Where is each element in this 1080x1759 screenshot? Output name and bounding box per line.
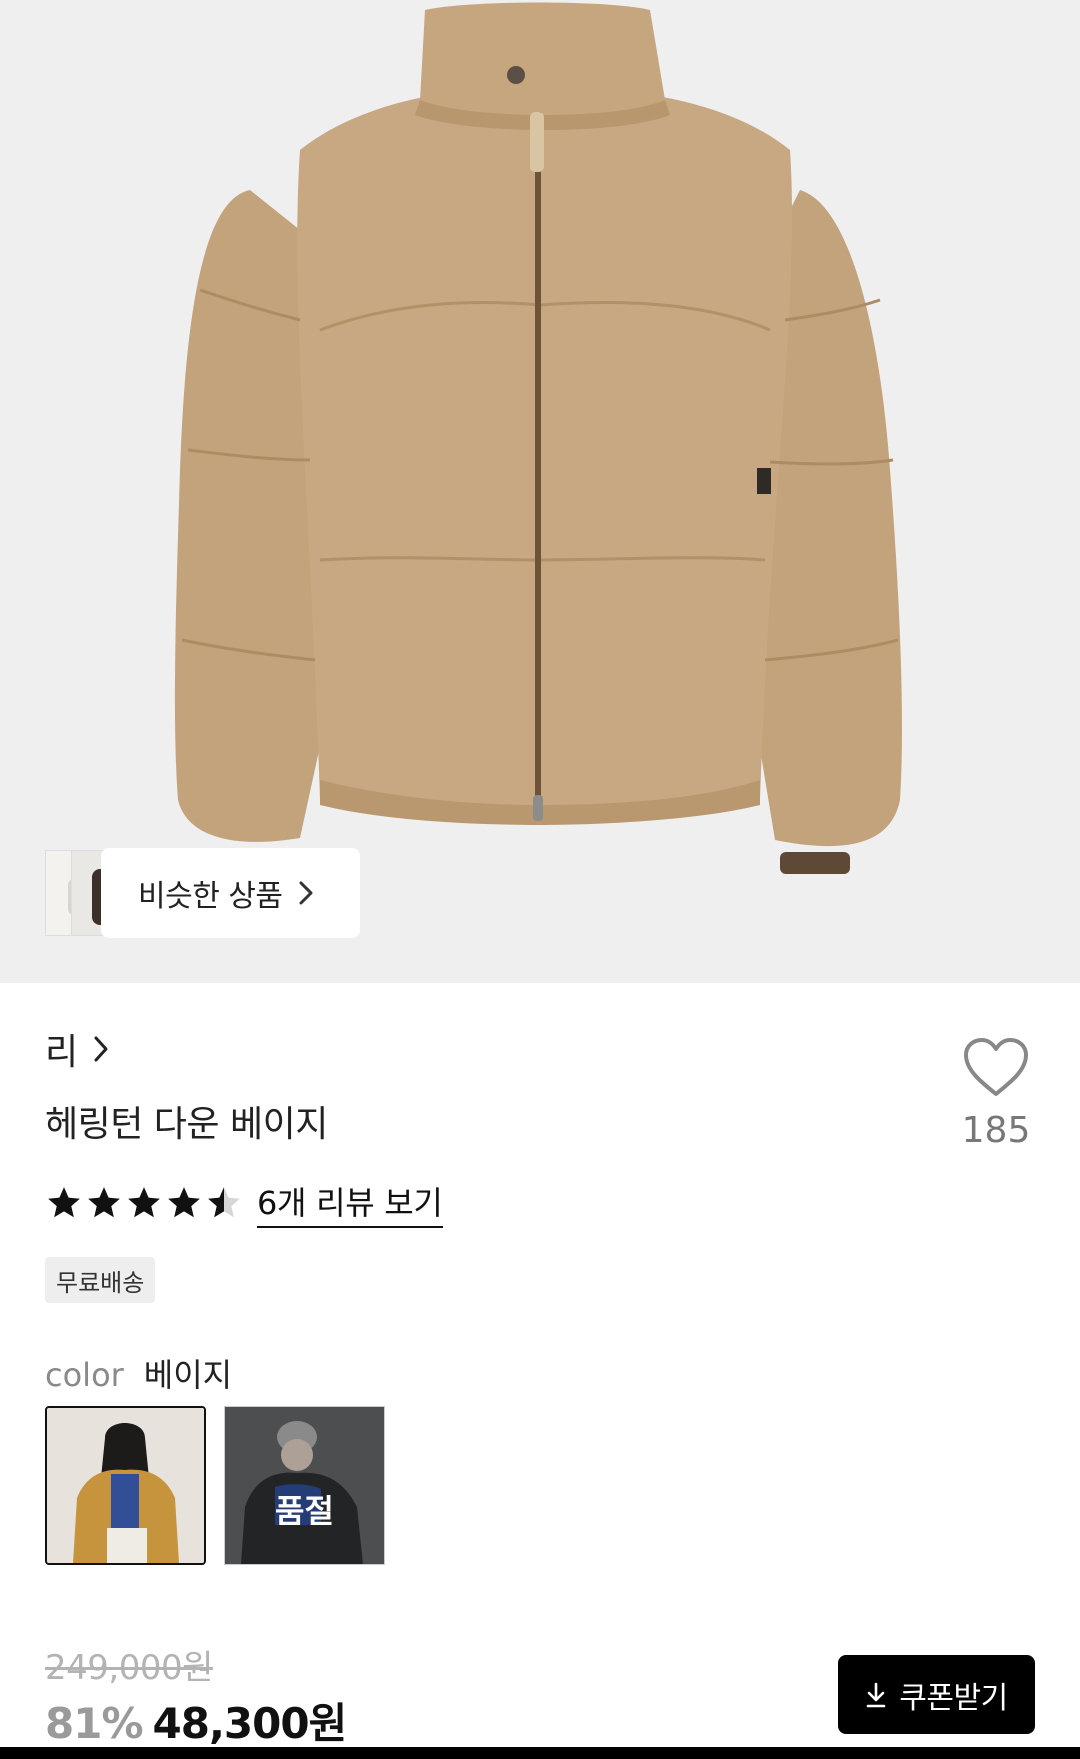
color-swatch-black[interactable]: 품절 <box>224 1406 385 1565</box>
swatch-image-beige <box>47 1408 204 1563</box>
color-row: color 베이지 <box>45 1350 232 1396</box>
like-count: 185 <box>961 1110 1031 1151</box>
similar-products-button[interactable]: 비슷한 상품 <box>101 848 360 938</box>
similar-products-label: 비슷한 상품 <box>138 879 283 914</box>
like-button[interactable]: 185 <box>958 1036 1034 1151</box>
rating-stars <box>45 1184 243 1222</box>
bottom-bar <box>0 1747 1080 1759</box>
color-label: color <box>45 1356 124 1394</box>
star-half-icon <box>208 1187 240 1218</box>
download-icon <box>866 1682 886 1707</box>
discount-rate: 81% <box>45 1699 144 1748</box>
jacket-image <box>174 2 902 874</box>
review-link[interactable]: 6개 리뷰 보기 <box>257 1178 443 1228</box>
sale-price: 48,300원 <box>152 1699 348 1748</box>
star-icon <box>168 1187 200 1218</box>
product-title: 헤링턴 다운 베이지 <box>45 1104 328 1145</box>
coupon-label: 쿠폰받기 <box>899 1680 1008 1716</box>
sold-out-overlay: 품절 <box>225 1407 384 1564</box>
brand-name: 리 <box>45 1032 79 1073</box>
coupon-button[interactable]: 쿠폰받기 <box>838 1655 1035 1734</box>
rating-row: 6개 리뷰 보기 <box>45 1178 443 1228</box>
color-swatch-beige[interactable] <box>45 1406 206 1565</box>
chevron-right-icon <box>299 881 313 905</box>
original-price: 249,000원 <box>45 1648 213 1688</box>
heart-icon <box>964 1038 1028 1096</box>
star-icon <box>48 1187 80 1218</box>
product-image[interactable]: 비슷한 상품 <box>0 0 1080 983</box>
chevron-right-icon <box>94 1036 108 1062</box>
brand-link[interactable]: 리 <box>45 1023 110 1075</box>
star-icon <box>128 1187 160 1218</box>
sold-out-label: 품절 <box>275 1491 334 1530</box>
free-shipping-badge: 무료배송 <box>45 1257 156 1303</box>
price-row: 81% 48,300원 <box>45 1690 348 1751</box>
star-icon <box>88 1187 120 1218</box>
color-value: 베이지 <box>143 1356 233 1394</box>
